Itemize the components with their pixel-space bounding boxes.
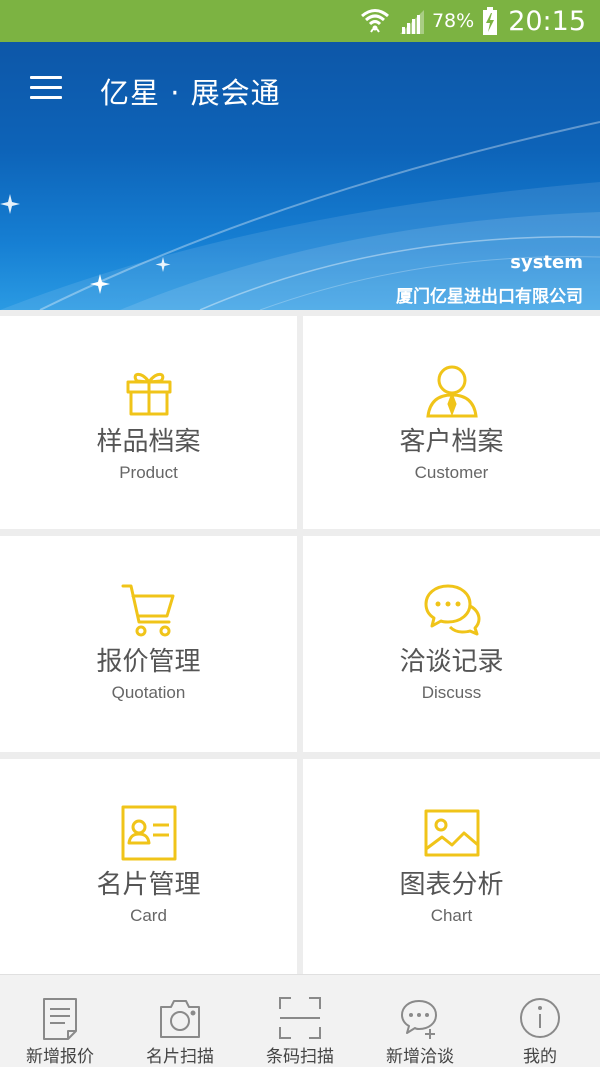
camera-icon: [160, 1000, 200, 1038]
tile-label-cn: 报价管理: [96, 647, 201, 677]
scan-frame-icon: [279, 997, 321, 1039]
info-icon: [520, 998, 560, 1038]
battery-charging-icon: [482, 7, 498, 35]
image-chart-icon: [424, 809, 479, 857]
tile-label-en: Product: [119, 463, 178, 482]
nav-new-discuss[interactable]: 新增洽谈: [360, 975, 480, 1067]
nav-barcode-scan[interactable]: 条码扫描: [240, 975, 360, 1067]
tile-label-en: Card: [130, 906, 167, 925]
person-icon: [425, 365, 478, 418]
tile-label-en: Customer: [414, 463, 489, 482]
nav-label: 新增洽谈: [386, 1047, 454, 1067]
tile-product[interactable]: 样品档案 Product: [0, 316, 297, 529]
tile-label-cn: 图表分析: [399, 870, 504, 900]
status-time: 20:15: [508, 5, 586, 37]
company-name: 厦门亿星进出口有限公司: [396, 287, 583, 307]
tile-label-cn: 名片管理: [96, 870, 201, 900]
function-grid: 样品档案 Product 客户档案 Customer 报价管理 Quotatio…: [0, 310, 600, 974]
hamburger-line: [30, 96, 62, 99]
tile-card[interactable]: 名片管理 Card: [0, 759, 297, 974]
nav-label: 条码扫描: [266, 1047, 334, 1067]
nav-new-quotation[interactable]: 新增报价: [0, 975, 120, 1067]
menu-button[interactable]: [30, 76, 64, 102]
battery-percentage: 78%: [431, 10, 475, 32]
chat-add-icon: [401, 1000, 437, 1039]
id-card-icon: [121, 805, 176, 861]
header-banner: 亿星 · 展会通 system 厦门亿星进出口有限公司: [0, 42, 600, 310]
nav-mine[interactable]: 我的: [480, 975, 600, 1067]
nav-label: 新增报价: [26, 1047, 94, 1067]
tile-label-cn: 客户档案: [399, 427, 504, 457]
tile-label-en: Discuss: [421, 683, 482, 702]
tile-chart[interactable]: 图表分析 Chart: [303, 759, 600, 974]
tile-label-en: Chart: [430, 906, 473, 925]
nav-label: 我的: [523, 1047, 557, 1067]
document-icon: [43, 998, 77, 1040]
tile-discuss[interactable]: 洽谈记录 Discuss: [303, 536, 600, 752]
tile-label-en: Quotation: [111, 683, 186, 702]
tile-label-cn: 样品档案: [96, 427, 201, 457]
hamburger-line: [30, 86, 62, 89]
gift-icon: [126, 372, 171, 416]
wifi-icon: [360, 7, 390, 35]
tile-quotation[interactable]: 报价管理 Quotation: [0, 536, 297, 752]
signal-icon: [398, 8, 426, 34]
user-name: system: [510, 252, 583, 273]
app-title: 亿星 · 展会通: [100, 76, 281, 110]
hamburger-menu-icon: [30, 76, 62, 79]
cart-icon: [121, 584, 174, 637]
bottom-nav: 新增报价 名片扫描 条码扫描 新增洽谈 我的: [0, 974, 600, 1067]
nav-label: 名片扫描: [146, 1047, 214, 1067]
status-bar: 78% 20:15: [0, 0, 600, 42]
chat-icon: [424, 584, 480, 636]
nav-card-scan[interactable]: 名片扫描: [120, 975, 240, 1067]
tile-customer[interactable]: 客户档案 Customer: [303, 316, 600, 529]
tile-label-cn: 洽谈记录: [399, 647, 504, 677]
